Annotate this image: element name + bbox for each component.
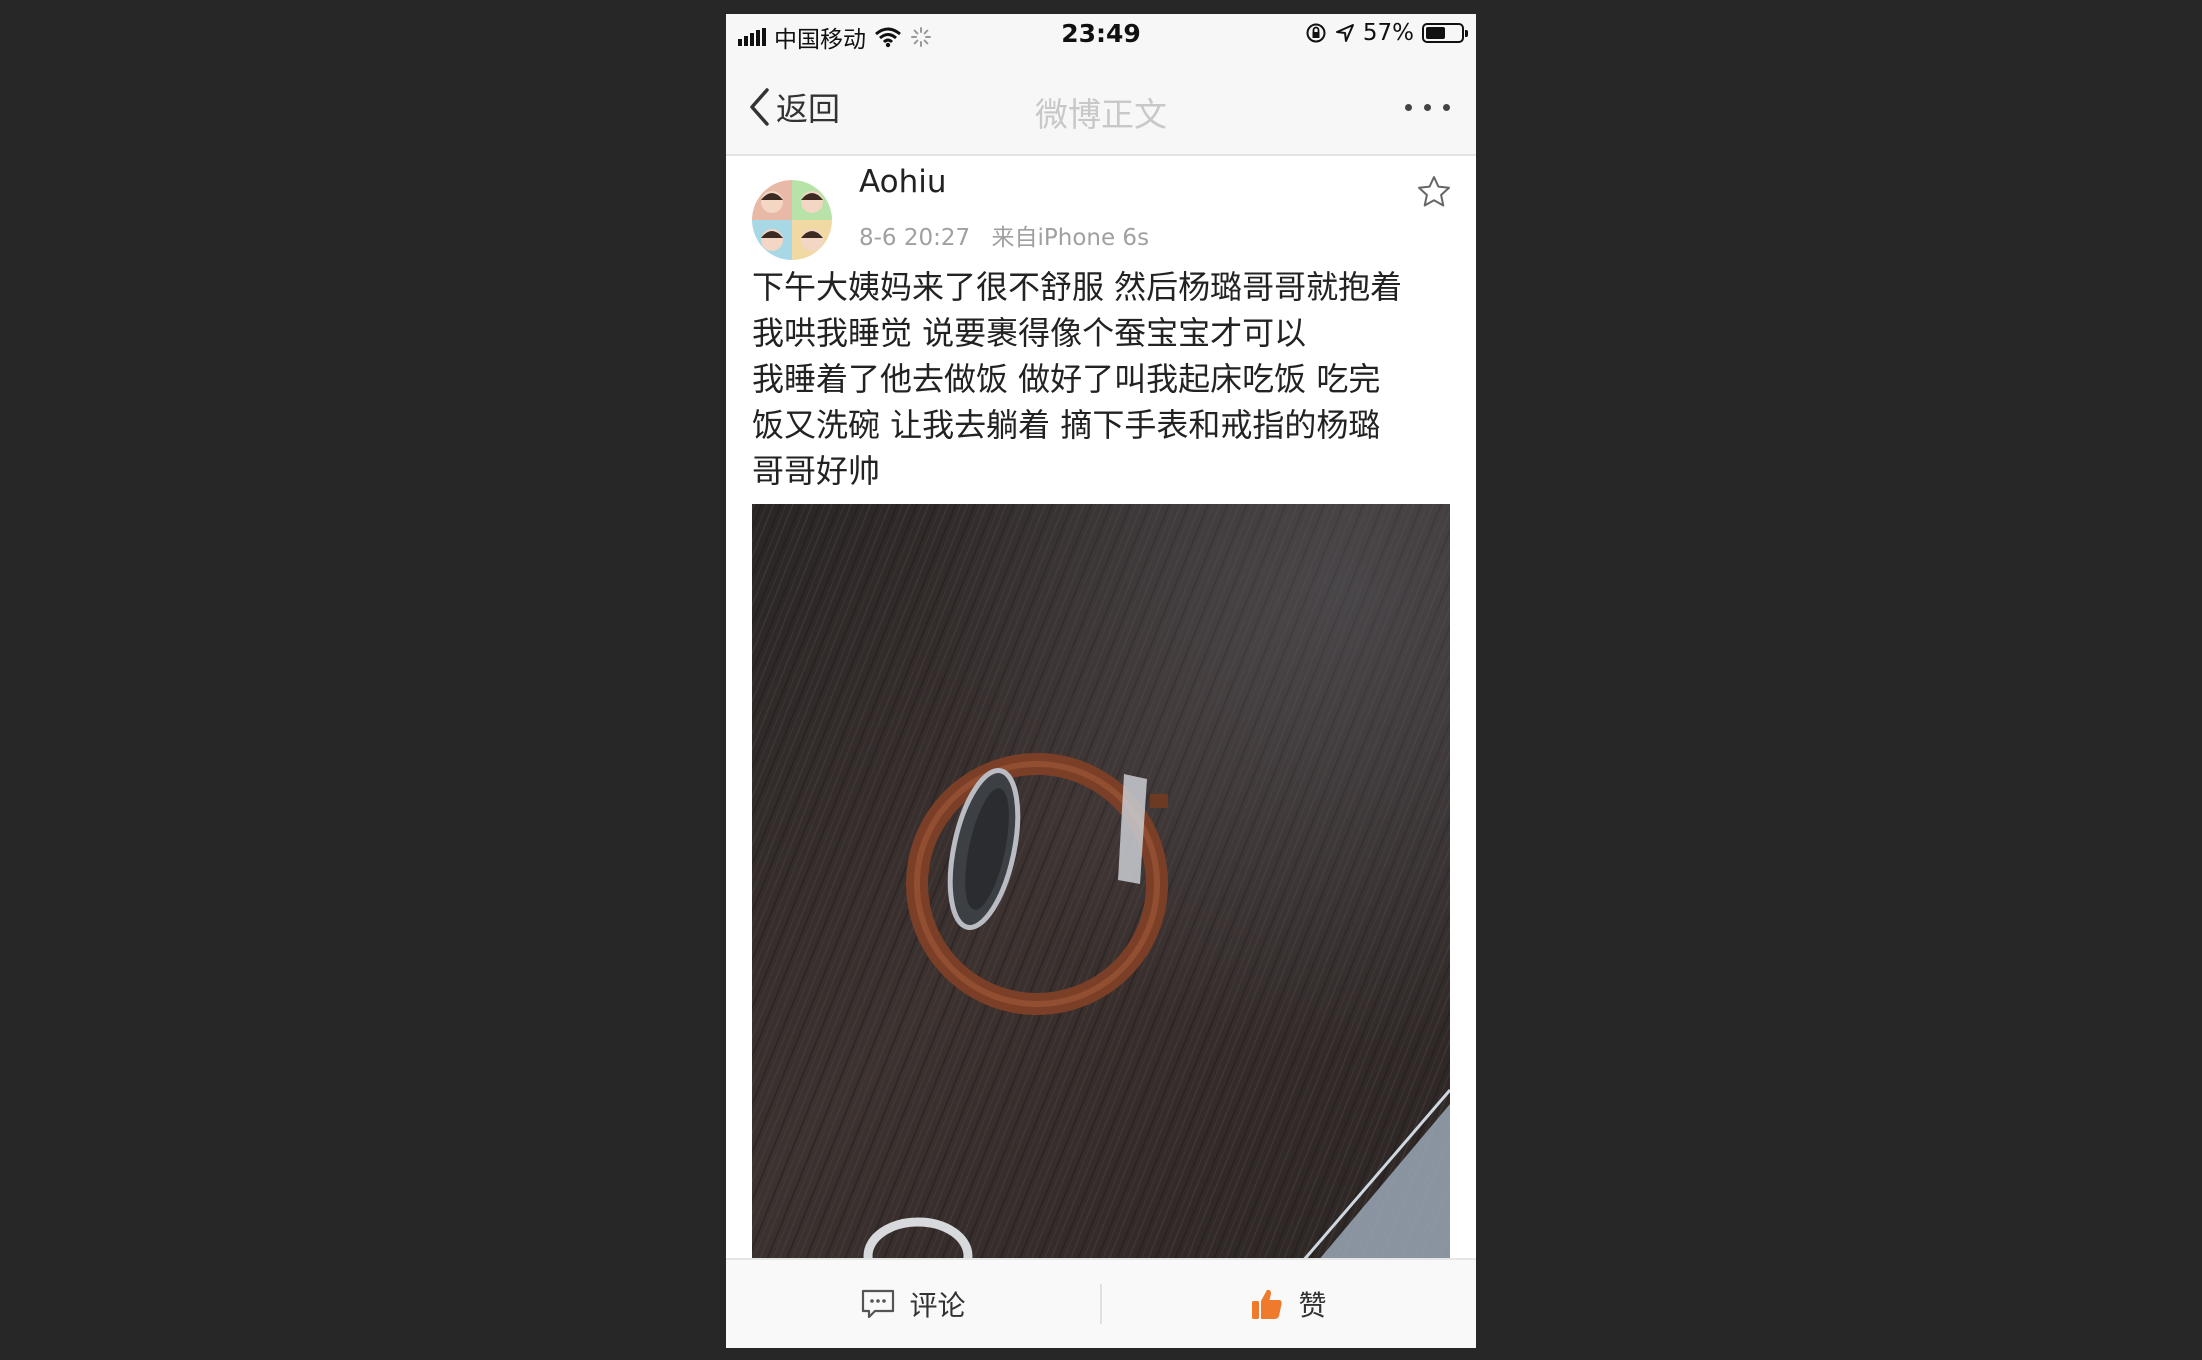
post-photo[interactable] [752,504,1450,1268]
post-text-line: 下午大姨妈来了很不舒服 然后杨璐哥哥就抱着 [752,268,1403,306]
location-icon [1335,24,1354,42]
phone-screen: 中国移动 23:49 57% 返回 微博正文 Aohiu 8-6 20:27 来… [726,14,1476,1348]
status-bar: 中国移动 23:49 57% [726,14,1476,54]
favorite-button[interactable] [1416,174,1452,214]
comment-label: 评论 [909,1289,966,1322]
more-icon [1405,104,1412,111]
avatar[interactable] [752,180,832,260]
username[interactable]: Aohiu [859,164,947,200]
post-meta: 8-6 20:27 来自iPhone 6s [859,218,1163,252]
star-icon [1418,176,1450,207]
like-button[interactable]: 赞 [1101,1260,1476,1348]
navigation-bar: 返回 微博正文 [726,54,1476,156]
battery-icon [1422,23,1468,43]
comment-button[interactable]: 评论 [726,1260,1101,1348]
page-title: 微博正文 [1035,95,1167,134]
post-text-line: 我睡着了他去做饭 做好了叫我起床吃饭 吃完 [752,360,1381,398]
post-text: 下午大姨妈来了很不舒服 然后杨璐哥哥就抱着 我哄我睡觉 说要裹得像个蚕宝宝才可以… [752,264,1457,494]
post-time: 8-6 20:27 [859,225,971,251]
comment-icon [862,1289,895,1319]
more-button[interactable] [1405,104,1450,111]
post-text-line: 哥哥好帅 [752,452,881,490]
orientation-lock-icon [1306,23,1326,43]
thumbs-up-icon [1252,1289,1283,1319]
like-label: 赞 [1298,1289,1327,1322]
post-source: 来自iPhone 6s [991,225,1150,251]
post-text-line: 饭又洗碗 让我去躺着 摘下手表和戒指的杨璐 [752,406,1381,444]
battery-percent: 57% [1362,20,1414,46]
bottom-toolbar: 评论 赞 [726,1258,1476,1348]
post-text-line: 我哄我睡觉 说要裹得像个蚕宝宝才可以 [752,314,1307,352]
